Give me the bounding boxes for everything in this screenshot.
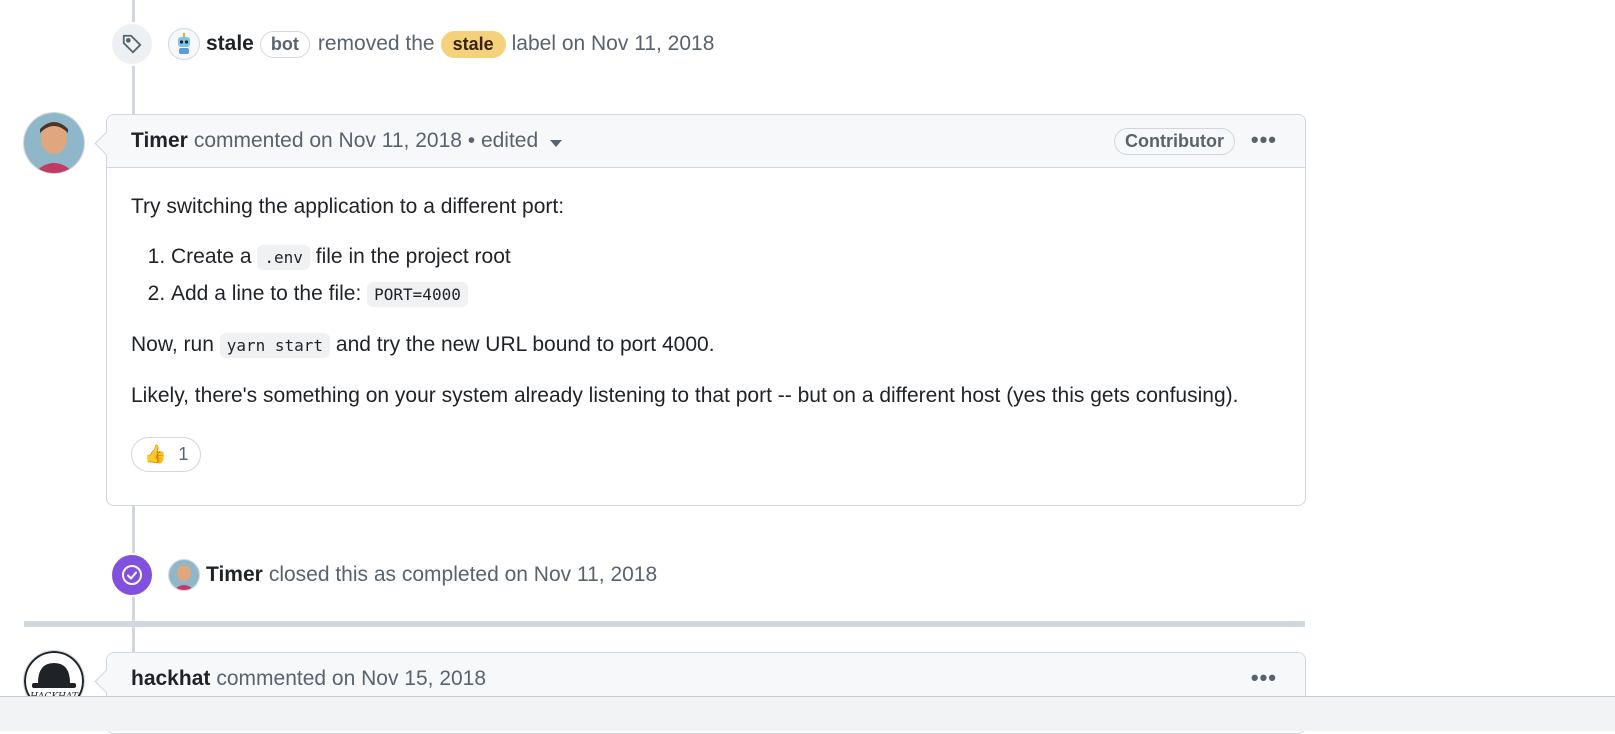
event-actor[interactable]: stale — [206, 32, 254, 56]
comment-author[interactable]: Timer — [131, 129, 188, 153]
inline-code: yarn start — [219, 333, 331, 358]
comment-author[interactable]: hackhat — [131, 667, 210, 691]
event-action-text: removed the — [317, 32, 435, 55]
label-removed-event: stale bot removed the stale label on Nov… — [110, 22, 714, 66]
tag-icon — [110, 22, 154, 66]
stale-label[interactable]: stale — [440, 30, 506, 58]
comment-card: Timer commented on Nov 11, 2018 • edited… — [106, 114, 1306, 506]
more-options-icon[interactable]: ••• — [1251, 665, 1277, 691]
event-action-text: label on Nov 11, 2018 — [511, 32, 715, 55]
avatar[interactable] — [23, 112, 85, 174]
list-item-text: Create a — [171, 245, 252, 268]
event-actor[interactable]: Timer — [206, 563, 263, 587]
list-item-text: file in the project root — [315, 245, 511, 268]
bot-avatar[interactable] — [168, 28, 200, 60]
thumbs-up-reaction[interactable]: 👍 1 — [131, 437, 202, 472]
bot-badge: bot — [259, 30, 310, 58]
steps-list: Create a .env file in the project root A… — [131, 242, 1281, 310]
comment-paragraph: Try switching the application to a diffe… — [131, 195, 565, 218]
list-item-text: Add a line to the file: — [171, 282, 362, 305]
thumbs-up-icon: 👍 — [144, 444, 167, 464]
taskbar-strip — [0, 696, 1615, 731]
reaction-count: 1 — [178, 444, 189, 464]
list-item: Create a .env file in the project root — [171, 242, 1281, 273]
inline-code: PORT=4000 — [367, 282, 468, 307]
comment-paragraph: Likely, there's something on your system… — [131, 384, 1239, 407]
paragraph-text: Now, run — [131, 333, 214, 356]
comment-meta[interactable]: commented on Nov 15, 2018 — [216, 667, 486, 691]
chevron-down-icon[interactable] — [550, 139, 563, 147]
comment-body: Try switching the application to a diffe… — [107, 168, 1305, 494]
avatar[interactable] — [168, 559, 200, 591]
paragraph-text: and try the new URL bound to port 4000. — [335, 333, 715, 356]
comment-meta[interactable]: commented on Nov 11, 2018 • edited — [194, 129, 538, 153]
more-options-icon[interactable]: ••• — [1251, 127, 1277, 153]
closed-event: Timer closed this as completed on Nov 11… — [110, 553, 657, 597]
contributor-badge: Contributor — [1114, 128, 1235, 155]
timeline-divider — [24, 621, 1305, 627]
timeline-line — [132, 627, 135, 652]
comment-header: Timer commented on Nov 11, 2018 • edited… — [107, 115, 1305, 168]
inline-code: .env — [257, 245, 310, 270]
comment-paragraph: Now, run yarn start and try the new URL … — [131, 330, 1281, 361]
event-action-text: closed this as completed on Nov 11, 2018 — [268, 563, 658, 586]
check-circle-icon — [110, 553, 154, 597]
list-item: Add a line to the file: PORT=4000 — [171, 279, 1281, 310]
